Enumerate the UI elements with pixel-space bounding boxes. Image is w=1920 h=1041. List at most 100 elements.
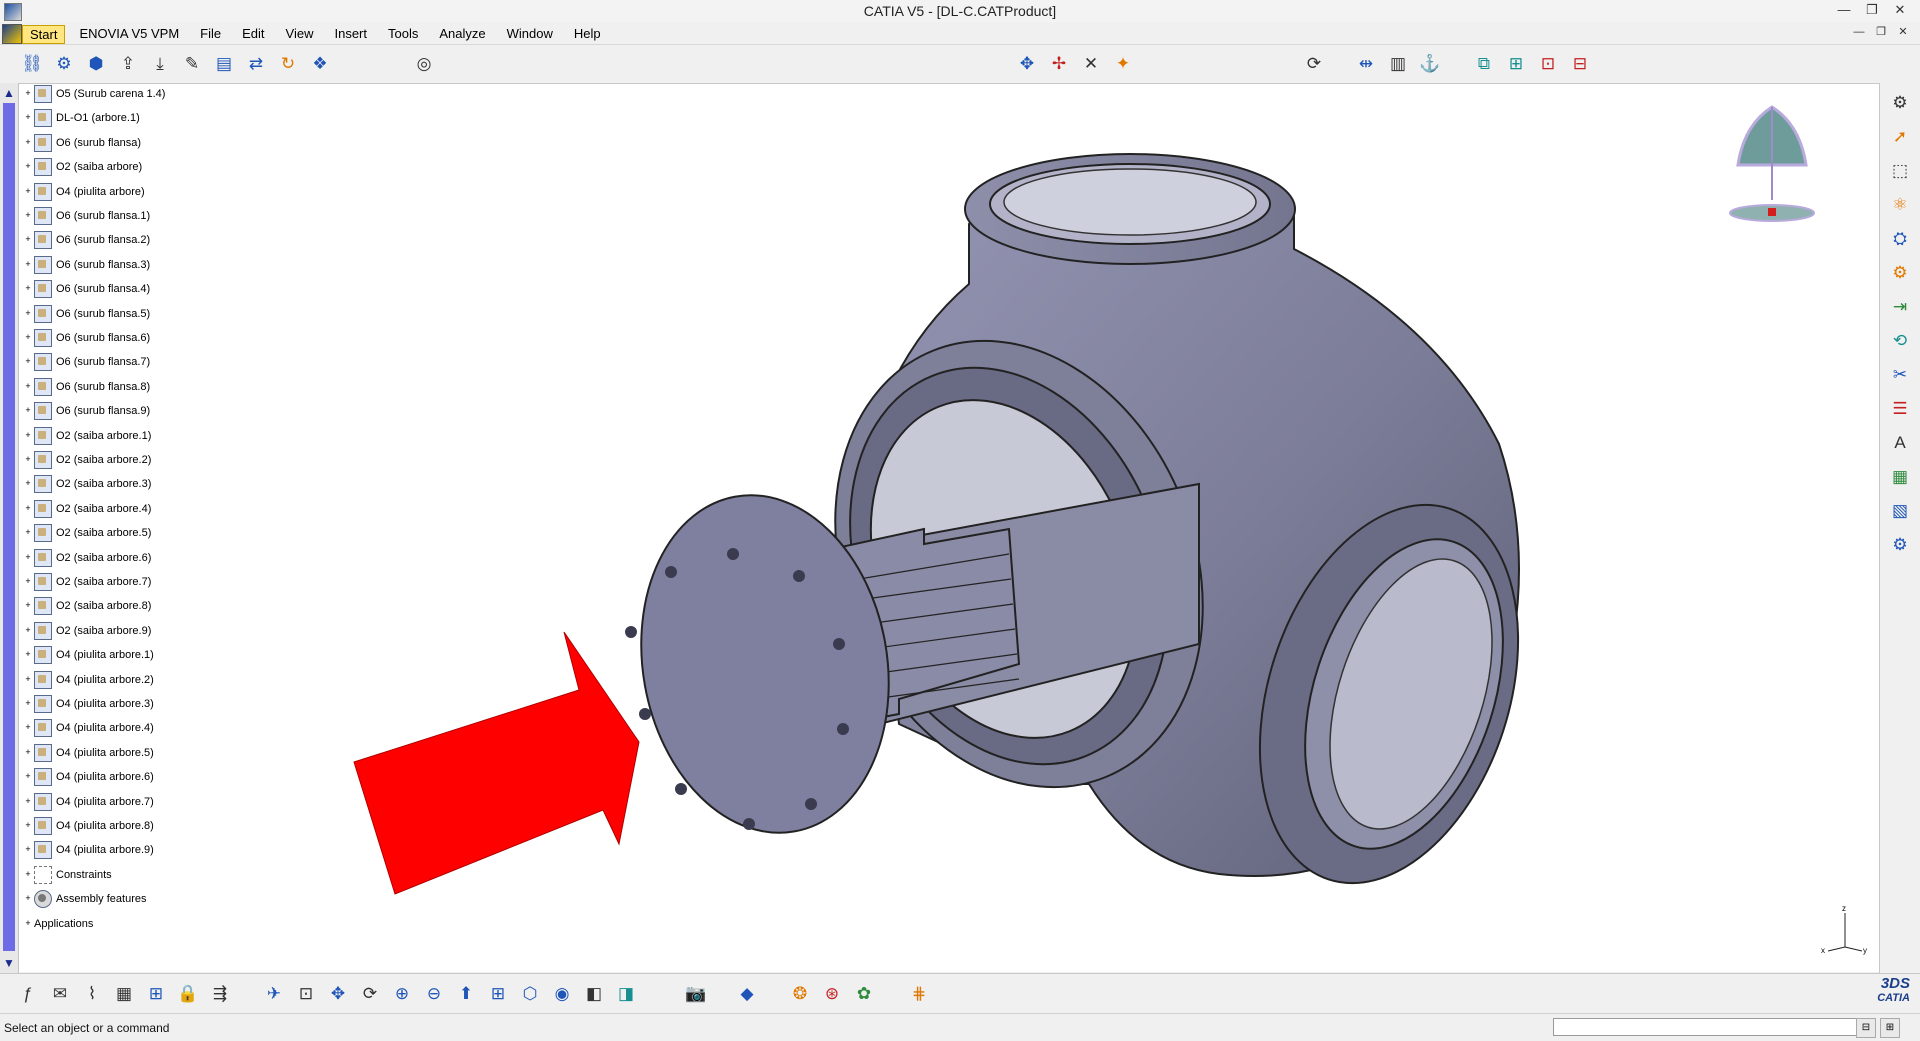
lock-icon[interactable]: 🔒 <box>174 980 202 1008</box>
capture-icon[interactable]: 📷 <box>682 980 710 1008</box>
tree-node[interactable]: + O4 (piulita arbore.6) <box>24 767 154 787</box>
tree-node[interactable]: + O4 (piulita arbore) <box>24 182 145 202</box>
tree-node[interactable]: + O2 (saiba arbore) <box>24 157 142 177</box>
scroll-thumb[interactable] <box>3 103 15 951</box>
expand-icon[interactable]: + <box>24 601 32 610</box>
tree-node[interactable]: + O4 (piulita arbore.9) <box>24 840 154 860</box>
shading-icon[interactable]: ◉ <box>548 980 576 1008</box>
menu-view[interactable]: View <box>279 25 321 44</box>
doc-minimize-button[interactable]: — <box>1848 24 1870 41</box>
hole-icon[interactable]: ⊞ <box>1502 50 1530 78</box>
fly-mode-icon[interactable]: ✈ <box>260 980 288 1008</box>
expand-icon[interactable]: + <box>24 235 32 244</box>
update-all-icon[interactable]: ⟳ <box>1300 50 1328 78</box>
assembly-model[interactable] <box>19 84 1879 972</box>
photo-studio-icon[interactable]: ⊛ <box>818 980 846 1008</box>
doc-close-button[interactable]: ✕ <box>1892 24 1914 41</box>
expand-icon[interactable]: + <box>24 625 32 635</box>
stop-manipulate-on-clash-icon[interactable]: ✦ <box>1109 50 1137 78</box>
measure-icon[interactable]: ⟲ <box>1886 327 1914 355</box>
multi-view-icon[interactable]: ⊞ <box>484 980 512 1008</box>
tree-node[interactable]: + O6 (surub flansa) <box>24 133 141 153</box>
existing-with-positioning-icon[interactable]: ⤓ <box>146 50 174 78</box>
sectioning-icon[interactable]: ⚙ <box>1886 259 1914 287</box>
fix-component-icon[interactable]: ⚓ <box>1416 50 1444 78</box>
select-icon[interactable]: ➚ <box>1886 123 1914 151</box>
expand-icon[interactable]: + <box>24 747 32 757</box>
replace-component-icon[interactable]: ✎ <box>178 50 206 78</box>
expand-icon[interactable]: + <box>24 89 32 98</box>
expand-icon[interactable]: + <box>24 577 32 586</box>
expand-icon[interactable]: + <box>24 333 32 342</box>
command-options-button[interactable]: ⊞ <box>1880 1018 1900 1038</box>
tree-node[interactable]: + O4 (piulita arbore.3) <box>24 694 154 714</box>
expand-icon[interactable]: + <box>24 357 32 366</box>
menu-enovia[interactable]: ENOVIA V5 VPM <box>72 25 186 44</box>
apply-material-icon[interactable]: ◆ <box>733 980 761 1008</box>
remove-icon[interactable]: ⊟ <box>1566 50 1594 78</box>
enhanced-scene-icon[interactable]: ▧ <box>1886 497 1914 525</box>
expand-icon[interactable]: + <box>24 186 32 196</box>
formula-icon[interactable]: ƒ <box>14 980 42 1008</box>
scroll-up-arrow-icon[interactable]: ▲ <box>2 85 16 101</box>
expand-icon[interactable]: + <box>24 772 32 781</box>
tree-node[interactable]: + O6 (surub flansa.1) <box>24 206 150 226</box>
distance-icon[interactable]: ⇥ <box>1886 293 1914 321</box>
menu-insert[interactable]: Insert <box>327 25 374 44</box>
parameter-icon[interactable]: ⇶ <box>206 980 234 1008</box>
contact-constraint-icon[interactable]: ▥ <box>1384 50 1412 78</box>
document-menu-icon[interactable] <box>2 24 22 44</box>
maximize-button[interactable]: ❐ <box>1858 0 1886 22</box>
compass-icon[interactable] <box>1724 95 1820 235</box>
command-input[interactable] <box>1553 1018 1857 1036</box>
tree-node[interactable]: + O2 (saiba arbore.4) <box>24 499 151 519</box>
table-icon[interactable]: ▦ <box>110 980 138 1008</box>
menu-edit[interactable]: Edit <box>235 25 271 44</box>
expand-icon[interactable]: + <box>24 284 32 293</box>
insert-component-icon[interactable]: ⚙ <box>50 50 78 78</box>
tree-node[interactable]: + O2 (saiba arbore.5) <box>24 523 151 543</box>
close-button[interactable]: ✕ <box>1886 0 1914 22</box>
tree-node[interactable]: + O4 (piulita arbore.8) <box>24 816 154 836</box>
tree-node[interactable]: + DL-O1 (arbore.1) <box>24 108 140 128</box>
expand-icon[interactable]: + <box>24 723 32 732</box>
comment-icon[interactable]: ✉ <box>46 980 74 1008</box>
scenes-icon[interactable]: ▦ <box>1886 463 1914 491</box>
bill-of-material-icon[interactable]: ☰ <box>1886 395 1914 423</box>
tree-node[interactable]: + O4 (piulita arbore.1) <box>24 645 154 665</box>
text-annotation-icon[interactable]: A <box>1886 429 1914 457</box>
fit-all-in-icon[interactable]: ⊡ <box>292 980 320 1008</box>
grid-icon[interactable]: ⋕ <box>905 980 933 1008</box>
expand-icon[interactable]: + <box>24 137 32 147</box>
tree-node[interactable]: + Applications <box>24 914 93 934</box>
menu-analyze[interactable]: Analyze <box>432 25 492 44</box>
sub-product-icon[interactable]: ⊞ <box>142 980 170 1008</box>
tree-node[interactable]: + Constraints <box>24 865 112 885</box>
expand-icon[interactable]: + <box>24 552 32 562</box>
split-icon[interactable]: ⧉ <box>1470 50 1498 78</box>
render-icon[interactable]: ❂ <box>786 980 814 1008</box>
manage-representations-icon[interactable]: ❖ <box>306 50 334 78</box>
normal-view-icon[interactable]: ⬆ <box>452 980 480 1008</box>
generate-numbering-icon[interactable]: ⇄ <box>242 50 270 78</box>
tree-node[interactable]: + O2 (saiba arbore.1) <box>24 426 151 446</box>
expand-icon[interactable]: + <box>24 211 32 220</box>
tree-scrollbar[interactable]: ▲ ▼ <box>0 83 19 973</box>
expand-icon[interactable]: + <box>24 455 32 464</box>
expand-icon[interactable]: + <box>24 381 32 391</box>
expand-icon[interactable]: + <box>24 650 32 659</box>
menu-window[interactable]: Window <box>500 25 560 44</box>
expand-icon[interactable]: + <box>24 821 32 830</box>
explode-icon[interactable]: ✕ <box>1077 50 1105 78</box>
expand-icon[interactable]: + <box>24 308 32 318</box>
expand-icon[interactable]: + <box>24 796 32 806</box>
tree-node[interactable]: + O6 (surub flansa.5) <box>24 304 150 324</box>
tree-node[interactable]: + O4 (piulita arbore.2) <box>24 670 154 690</box>
graph-tree-reordering-icon[interactable]: ▤ <box>210 50 238 78</box>
expand-icon[interactable]: + <box>24 918 32 928</box>
product-structure-tools-icon[interactable]: ⚙ <box>1886 89 1914 117</box>
menu-start[interactable]: Start <box>22 25 66 44</box>
expand-icon[interactable]: + <box>24 113 32 122</box>
menu-file[interactable]: File <box>193 25 228 44</box>
flexible-subassembly-icon[interactable]: ✂ <box>1886 361 1914 389</box>
